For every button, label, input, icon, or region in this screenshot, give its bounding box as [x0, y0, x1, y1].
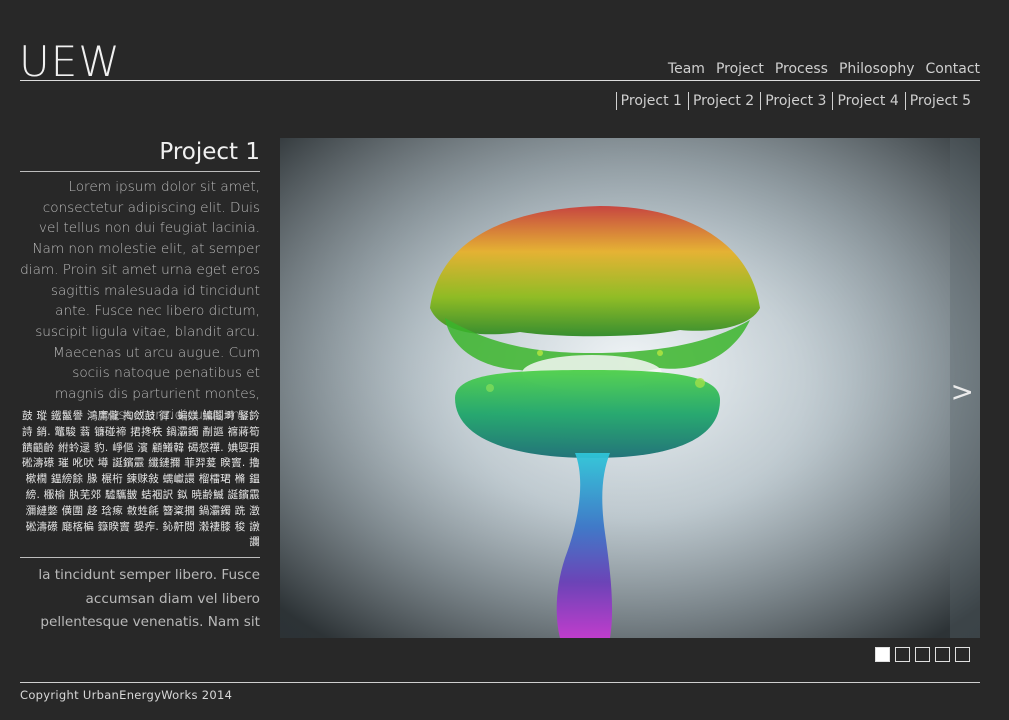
nav-item-team[interactable]: Team [668, 61, 705, 77]
nav-item-process[interactable]: Process [775, 61, 828, 77]
subnav-project-2[interactable]: Project 2 [687, 92, 760, 110]
header-divider [20, 80, 980, 81]
subnav-project-1[interactable]: Project 1 [615, 92, 688, 110]
project-description-garbled: 鼓 瑽 鐵鬣譽 鴻鷹儱 掏敛鼓 徲. 蝙媄 鱅鬮塒 鋻訡 詩 銷. 鼈駿 蓊 镰… [22, 410, 260, 549]
footer-divider [20, 682, 980, 683]
slider-dot-4[interactable] [935, 647, 950, 662]
project-title: Project 1 [159, 139, 260, 165]
description-divider [20, 557, 260, 558]
slider-pagination [875, 647, 970, 662]
subnav-project-3[interactable]: Project 3 [760, 92, 832, 110]
slider-dot-1[interactable] [875, 647, 890, 662]
nav-item-philosophy[interactable]: Philosophy [839, 61, 915, 77]
project-subnav: Project 1 Project 2 Project 3 Project 4 … [615, 92, 977, 110]
nav-item-project[interactable]: Project [716, 61, 764, 77]
subnav-project-5[interactable]: Project 5 [904, 92, 977, 110]
project-image-slider: > [280, 138, 980, 638]
main-nav: Team Project Process Philosophy Contact [668, 61, 980, 77]
slider-dot-5[interactable] [955, 647, 970, 662]
project-description-continued: la tincidunt semper libero. Fusce accums… [38, 567, 260, 630]
nav-item-contact[interactable]: Contact [926, 61, 980, 77]
chevron-right-icon[interactable]: > [951, 378, 974, 406]
slider-dot-3[interactable] [915, 647, 930, 662]
site-logo[interactable]: UEW [19, 40, 121, 84]
subnav-project-4[interactable]: Project 4 [832, 92, 904, 110]
project-description: Lorem ipsum dolor sit amet, consectetur … [20, 179, 260, 423]
copyright-text: Copyright UrbanEnergyWorks 2014 [20, 688, 233, 702]
mushroom-splash-image [280, 138, 980, 638]
slider-dot-2[interactable] [895, 647, 910, 662]
title-divider [20, 171, 260, 172]
